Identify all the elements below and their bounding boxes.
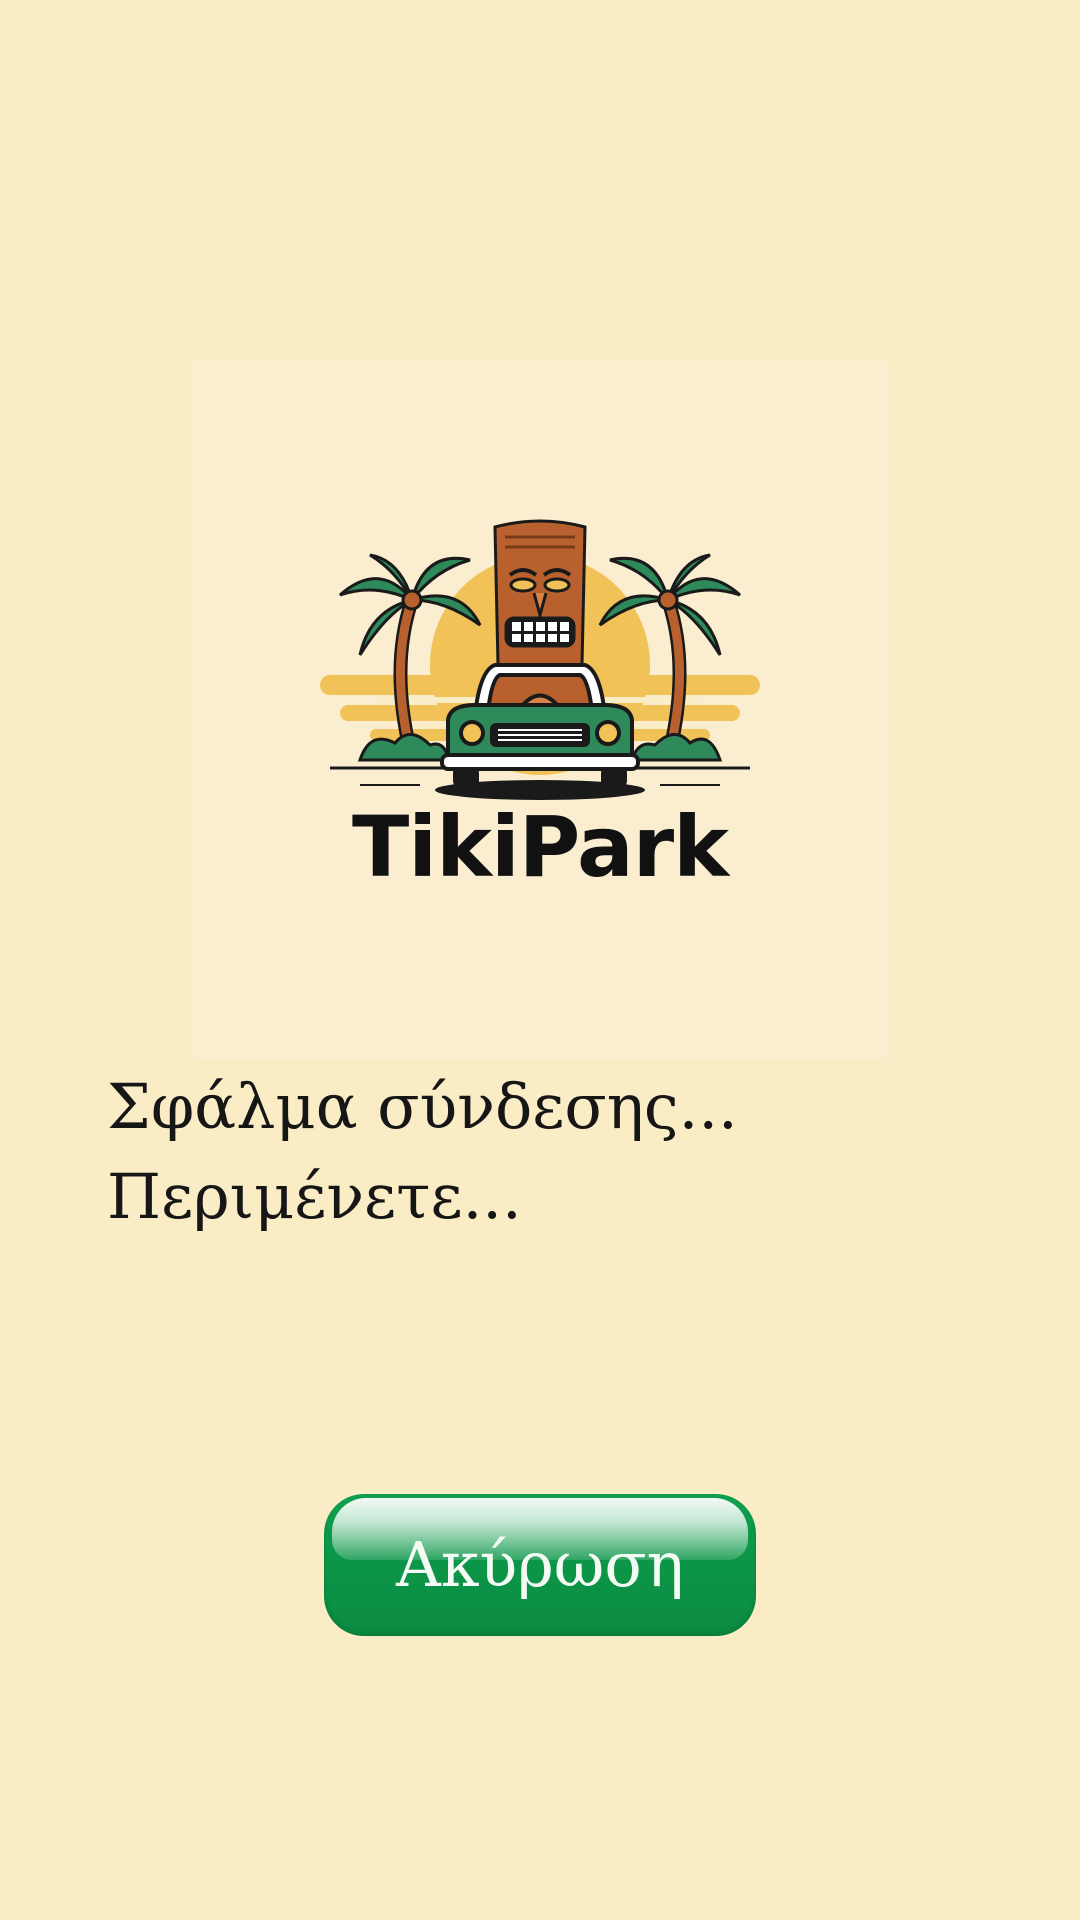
splash-screen: TikiPark Σφάλμα σύνδεσης... Περιμένετε..… — [0, 0, 1080, 1920]
connection-status-message: Σφάλμα σύνδεσης... Περιμένετε... — [107, 1062, 987, 1242]
cancel-button[interactable]: Ακύρωση — [324, 1494, 756, 1636]
cancel-button-label: Ακύρωση — [396, 1528, 684, 1601]
app-logo-text: TikiPark — [351, 798, 729, 896]
status-line-wait: Περιμένετε... — [107, 1160, 522, 1233]
status-line-error: Σφάλμα σύνδεσης... — [107, 1070, 738, 1143]
tikipark-logo-icon — [320, 519, 760, 800]
